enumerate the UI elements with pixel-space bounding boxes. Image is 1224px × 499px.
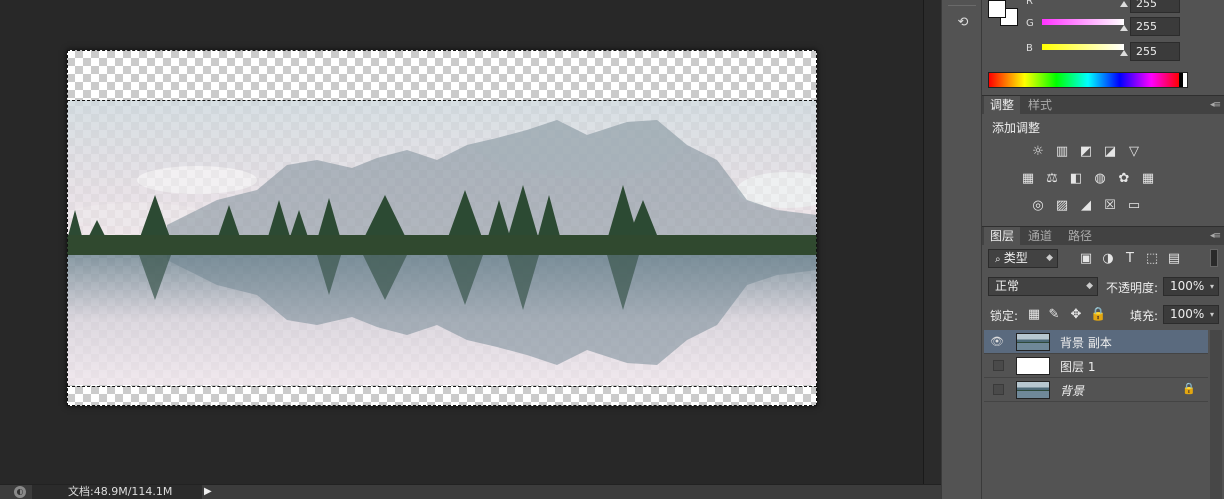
filter-type-icon[interactable]: T: [1122, 251, 1138, 267]
panel-menu-icon[interactable]: ◂≡: [1210, 100, 1221, 110]
color-spectrum-bar[interactable]: [988, 72, 1188, 88]
layer-name: 图层 1: [1060, 360, 1096, 374]
threshold-icon[interactable]: ◢: [1078, 198, 1094, 214]
color-lookup-icon[interactable]: ▦: [1140, 171, 1156, 187]
fill-value: 100%: [1170, 307, 1205, 321]
status-menu-arrow-icon[interactable]: ▶: [204, 486, 212, 497]
opacity-field[interactable]: 100% ▾: [1163, 277, 1219, 296]
layers-scrollbar[interactable]: [1210, 330, 1222, 499]
layer-thumbnail: [1016, 357, 1050, 375]
adjustments-tab-bar: 调整 样式 ◂≡: [982, 95, 1224, 114]
layer-row[interactable]: 背景 🔒: [984, 378, 1208, 402]
filter-kind-value: 类型: [1003, 251, 1028, 265]
channel-b-value[interactable]: 255: [1130, 42, 1180, 61]
layer-thumbnail: [1016, 333, 1050, 351]
filter-adjustment-icon[interactable]: ◑: [1100, 251, 1116, 267]
lock-position-icon[interactable]: ✥: [1068, 307, 1084, 323]
layers-tab-bar: 图层 通道 路径 ◂≡: [982, 226, 1224, 245]
visibility-eye-icon[interactable]: 👁: [990, 335, 1004, 348]
photo-filter-icon[interactable]: ◍: [1092, 171, 1108, 187]
history-panel-icon[interactable]: ⟲: [954, 15, 972, 39]
lock-all-icon[interactable]: 🔒: [1090, 307, 1106, 323]
layer-name: 背景 副本: [1060, 336, 1112, 350]
channel-r-label: R: [1026, 0, 1033, 7]
tab-paths[interactable]: 路径: [1062, 227, 1098, 245]
filter-toggle[interactable]: [1210, 249, 1218, 267]
visibility-toggle[interactable]: [993, 360, 1004, 371]
fill-label: 填充:: [1130, 309, 1159, 323]
add-adjustment-title: 添加调整: [992, 121, 1041, 135]
layer-lock-icon: 🔒: [1182, 382, 1196, 395]
curves-icon[interactable]: ◩: [1078, 144, 1094, 160]
channel-g-label: G: [1026, 18, 1034, 29]
exposure-icon[interactable]: ◪: [1102, 144, 1118, 160]
tab-adjustments[interactable]: 调整: [984, 96, 1021, 114]
status-info-icon[interactable]: ◐: [14, 486, 26, 498]
filter-search-icon: ⌕: [995, 254, 1004, 265]
photoshop-window: ⟲ R G B 255 255 255 调整 样式 ◂≡ 添加调整 ☼ ▥ ◩ …: [0, 0, 1224, 499]
dropdown-arrow-icon: ◆: [1086, 281, 1093, 291]
fill-arrow-icon[interactable]: ▾: [1210, 306, 1214, 323]
posterize-icon[interactable]: ▨: [1054, 198, 1070, 214]
panel-menu-icon[interactable]: ◂≡: [1210, 231, 1221, 241]
layer-row[interactable]: 图层 1: [984, 354, 1208, 378]
lock-transparent-icon[interactable]: ▦: [1026, 307, 1042, 323]
tab-layers[interactable]: 图层: [984, 227, 1021, 245]
channel-b-slider[interactable]: [1042, 44, 1124, 50]
layer-name: 背景: [1060, 384, 1085, 398]
opacity-label: 不透明度:: [1106, 281, 1159, 295]
levels-icon[interactable]: ▥: [1054, 144, 1070, 160]
dock-divider: [948, 5, 976, 6]
tab-channels[interactable]: 通道: [1022, 227, 1058, 245]
foreground-color-swatch[interactable]: [988, 0, 1006, 18]
channel-r-slider-thumb[interactable]: [1120, 1, 1128, 7]
dropdown-arrow-icon: ◆: [1046, 253, 1053, 263]
channel-g-value[interactable]: 255: [1130, 17, 1180, 36]
document-canvas[interactable]: [67, 50, 817, 406]
black-white-icon[interactable]: ◧: [1068, 171, 1084, 187]
visibility-toggle[interactable]: [993, 384, 1004, 395]
tab-styles[interactable]: 样式: [1022, 96, 1058, 114]
opacity-value: 100%: [1170, 279, 1205, 293]
color-balance-icon[interactable]: ⚖: [1044, 171, 1060, 187]
document-workspace[interactable]: [0, 0, 923, 484]
lock-image-icon[interactable]: ✎: [1046, 307, 1062, 323]
color-panel: R G B 255 255 255: [982, 0, 1224, 94]
fill-field[interactable]: 100% ▾: [1163, 305, 1219, 324]
gradient-map-icon[interactable]: ▭: [1126, 198, 1142, 214]
layer-list: 👁 背景 副本图层 1 背景 🔒: [982, 330, 1224, 499]
panel-icon-dock: ⟲: [941, 0, 982, 499]
channel-g-slider[interactable]: [1042, 19, 1124, 25]
layer-thumbnail: [1016, 381, 1050, 399]
filter-pixel-icon[interactable]: ▣: [1078, 251, 1094, 267]
blend-mode-dropdown[interactable]: 正常 ◆: [988, 277, 1098, 296]
blend-mode-value: 正常: [995, 279, 1020, 293]
channel-b-label: B: [1026, 43, 1033, 54]
right-panels: R G B 255 255 255 调整 样式 ◂≡ 添加调整 ☼ ▥ ◩ ◪ ▽ ▦ ⚖ ◧…: [982, 0, 1224, 499]
status-bar: ◐ 文档:48.9M/114.1M ▶: [0, 484, 941, 499]
channel-r-value[interactable]: 255: [1130, 0, 1180, 13]
opacity-arrow-icon[interactable]: ▾: [1210, 278, 1214, 295]
layer-filter-kind-dropdown[interactable]: ⌕ 类型 ◆: [988, 249, 1058, 268]
channel-b-slider-thumb[interactable]: [1120, 50, 1128, 56]
filter-smart-object-icon[interactable]: ▤: [1166, 251, 1182, 267]
workspace-scrollbar[interactable]: [923, 0, 941, 484]
brightness-icon[interactable]: ☼: [1030, 144, 1046, 160]
document-size-info: 文档:48.9M/114.1M: [32, 485, 202, 499]
selection-marquee: [67, 50, 817, 406]
channel-mixer-icon[interactable]: ✿: [1116, 171, 1132, 187]
channel-g-slider-thumb[interactable]: [1120, 25, 1128, 31]
layer-row[interactable]: 👁 背景 副本: [984, 330, 1208, 354]
selective-color-icon[interactable]: ☒: [1102, 198, 1118, 214]
filter-shape-icon[interactable]: ⬚: [1144, 251, 1160, 267]
hue-saturation-icon[interactable]: ▦: [1020, 171, 1036, 187]
invert-icon[interactable]: ◎: [1030, 198, 1046, 214]
vibrance-icon[interactable]: ▽: [1126, 144, 1142, 160]
adjustments-panel: 添加调整 ☼ ▥ ◩ ◪ ▽ ▦ ⚖ ◧ ◍ ✿ ▦ ◎ ▨ ◢ ☒ ▭: [982, 114, 1224, 226]
layer-filter-icons: ▣ ◑ T ⬚ ▤: [1078, 251, 1208, 267]
lock-label: 锁定:: [990, 309, 1019, 323]
